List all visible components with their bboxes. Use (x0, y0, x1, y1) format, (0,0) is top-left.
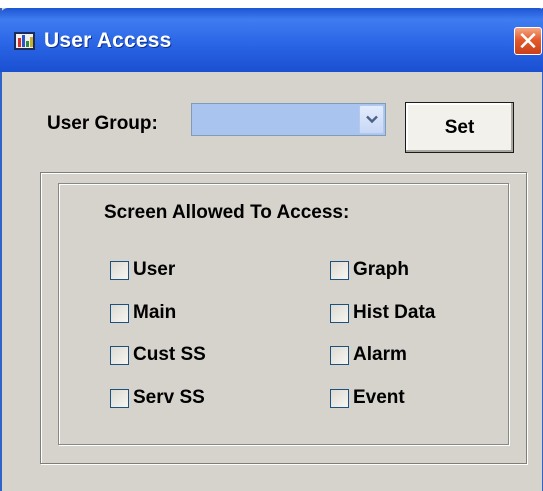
checkbox-box[interactable] (110, 260, 129, 280)
user-group-label: User Group: (47, 113, 158, 134)
window-title: User Access (44, 29, 172, 52)
checkbox-user[interactable]: User (110, 259, 175, 281)
checkbox-cust-ss[interactable]: Cust SS (110, 344, 206, 366)
checkbox-hist-data[interactable]: Hist Data (330, 302, 435, 324)
checkbox-event[interactable]: Event (330, 387, 405, 409)
checkbox-serv-ss[interactable]: Serv SS (110, 387, 205, 409)
checkbox-label: Event (353, 387, 405, 408)
checkbox-box[interactable] (330, 303, 349, 323)
title-bar[interactable]: User Access ✕ (0, 8, 543, 72)
checkbox-alarm[interactable]: Alarm (330, 344, 407, 366)
checkbox-box[interactable] (110, 303, 129, 323)
user-group-dropdown[interactable] (191, 103, 386, 136)
checkbox-label: Main (133, 302, 177, 323)
checkbox-label: Hist Data (353, 302, 436, 323)
checkbox-main[interactable]: Main (110, 302, 176, 324)
set-button[interactable]: Set (405, 102, 514, 153)
checkbox-label: Graph (353, 259, 409, 280)
checkbox-box[interactable] (110, 345, 129, 365)
chevron-down-icon (366, 115, 378, 124)
checkbox-label: User (133, 259, 176, 280)
screen-access-heading: Screen Allowed To Access: (104, 202, 350, 223)
checkbox-box[interactable] (110, 388, 129, 408)
close-icon: ✕ (517, 26, 539, 56)
checkbox-box[interactable] (330, 388, 349, 408)
checkbox-box[interactable] (330, 260, 349, 280)
checkbox-label: Serv SS (133, 387, 205, 408)
chart-app-icon (14, 32, 35, 50)
checkbox-label: Alarm (353, 344, 407, 365)
checkbox-label: Cust SS (133, 344, 206, 365)
checkbox-graph[interactable]: Graph (330, 259, 409, 281)
checkbox-box[interactable] (330, 345, 349, 365)
dropdown-arrow-button[interactable] (359, 105, 384, 134)
close-button[interactable]: ✕ (514, 27, 542, 55)
